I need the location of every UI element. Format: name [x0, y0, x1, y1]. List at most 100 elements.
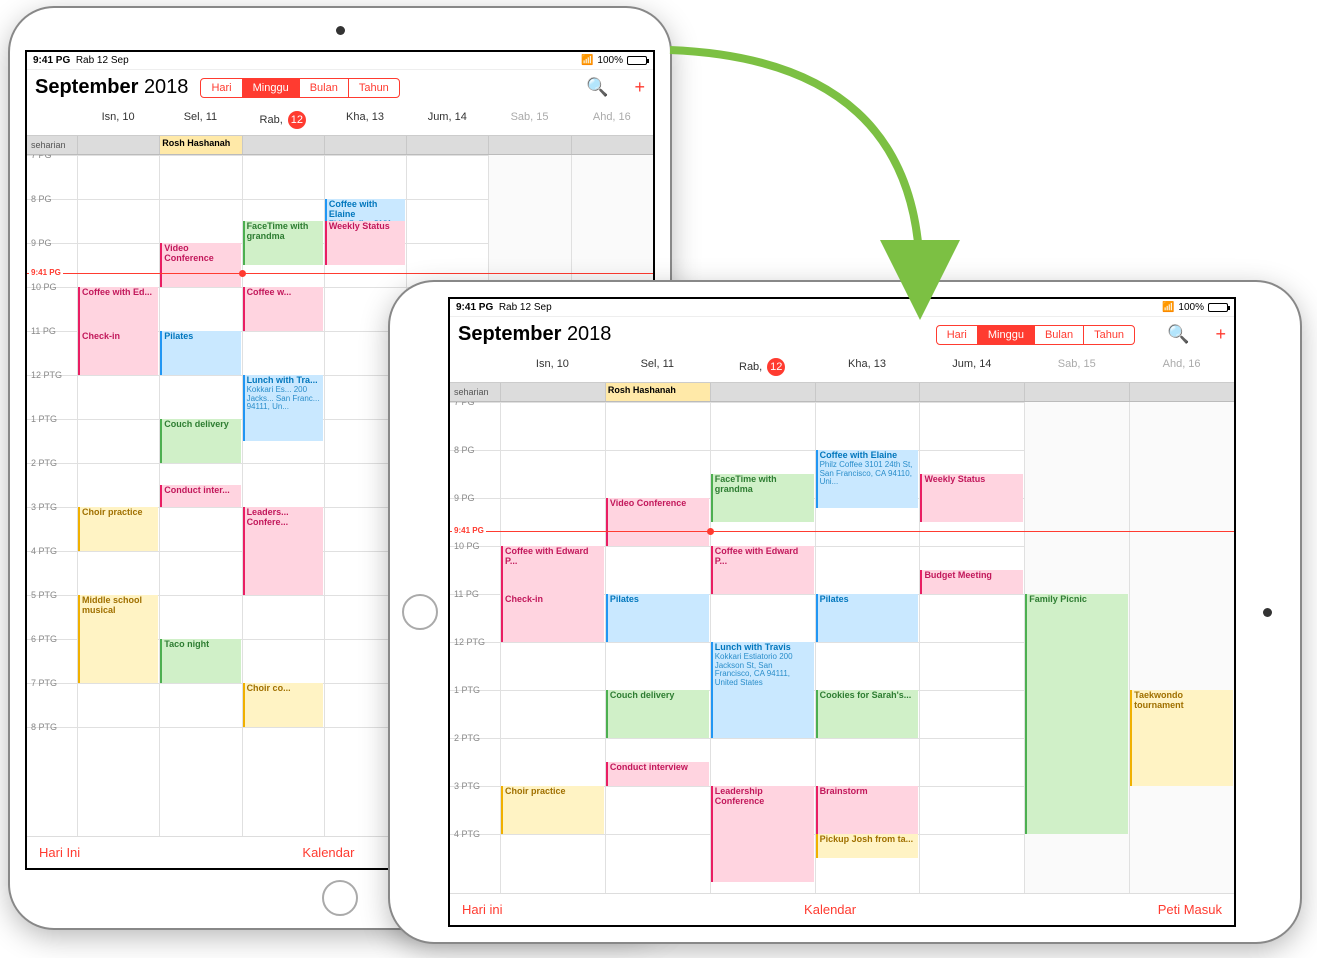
day-column[interactable]: Taekwondo tournament — [1129, 402, 1234, 893]
calendar-event[interactable]: Family Picnic — [1025, 594, 1128, 834]
add-icon[interactable]: + — [634, 77, 645, 98]
day-column[interactable]: Family Picnic — [1024, 402, 1129, 893]
inbox-button[interactable]: Peti Masuk — [1158, 902, 1222, 917]
search-icon[interactable]: 🔍 — [586, 77, 608, 98]
calendar-event[interactable]: Pilates — [160, 331, 240, 375]
all-day-cell[interactable] — [919, 383, 1024, 401]
calendar-event[interactable]: Weekly Status — [325, 221, 405, 265]
calendar-event[interactable]: Coffee with Edward P... — [711, 546, 814, 594]
seg-tahun[interactable]: Tahun — [349, 79, 399, 97]
seg-minggu[interactable]: Minggu — [978, 326, 1035, 344]
calendar-event[interactable]: Coffee with Edward P... — [501, 546, 604, 594]
all-day-cell[interactable] — [324, 136, 406, 154]
all-day-cell[interactable] — [710, 383, 815, 401]
today-button[interactable]: Hari Ini — [39, 845, 80, 860]
calendar-event[interactable]: Coffee with ElainePhilz Coffee 3101 24th… — [816, 450, 919, 508]
all-day-event[interactable]: Rosh Hashanah — [605, 383, 710, 401]
day-column[interactable]: Video Conference Pilates Couch delivery Con… — [159, 155, 241, 836]
all-day-cell[interactable] — [500, 383, 605, 401]
calendar-event[interactable]: Check-in — [501, 594, 604, 642]
calendar-event[interactable]: Taekwondo tournament — [1130, 690, 1233, 786]
calendar-event[interactable]: Check-in — [78, 331, 158, 375]
wifi-icon: 📶 — [581, 55, 593, 66]
day-header[interactable]: Isn, 10 — [77, 105, 159, 135]
calendar-event[interactable]: Brainstorm — [816, 786, 919, 834]
all-day-cell[interactable] — [77, 136, 159, 154]
week-grid[interactable]: 7 PG8 PG9 PG10 PG11 PG12 PTG1 PTG2 PTG3 … — [450, 402, 1234, 893]
calendar-event[interactable]: Conduct interview — [606, 762, 709, 786]
calendar-event[interactable]: Lunch with TravisKokkari Estiatorio 200 … — [711, 642, 814, 738]
view-segment[interactable]: HariMingguBulanTahun — [200, 78, 399, 98]
all-day-cell[interactable] — [1129, 383, 1234, 401]
day-column[interactable]: Coffee with ElainePhilz Coffee 3101 24th… — [815, 402, 920, 893]
day-header[interactable]: Kha, 13 — [324, 105, 406, 135]
calendar-event[interactable]: Pilates — [606, 594, 709, 642]
home-button[interactable] — [402, 594, 438, 630]
calendar-event[interactable]: FaceTime with grandma — [243, 221, 323, 265]
calendar-event[interactable]: Choir practice — [78, 507, 158, 551]
calendar-event[interactable]: Video Conference — [160, 243, 240, 287]
calendar-event[interactable]: Pilates — [816, 594, 919, 642]
calendar-event[interactable]: Taco night — [160, 639, 240, 683]
calendar-event[interactable]: Coffee w... — [243, 287, 323, 331]
day-header[interactable]: Sel, 11 — [159, 105, 241, 135]
page-title: September 2018 — [35, 76, 188, 99]
calendar-event[interactable]: Cookies for Sarah's... — [816, 690, 919, 738]
day-header[interactable]: Sab, 15 — [488, 105, 570, 135]
calendar-event[interactable]: Pickup Josh from ta... — [816, 834, 919, 858]
calendar-event[interactable]: Couch delivery — [160, 419, 240, 463]
calendar-event[interactable]: FaceTime with grandma — [711, 474, 814, 522]
seg-bulan[interactable]: Bulan — [1035, 326, 1084, 344]
current-time-line: 9:41 PG — [450, 531, 1234, 532]
seg-hari[interactable]: Hari — [201, 79, 242, 97]
all-day-cell[interactable] — [242, 136, 324, 154]
day-column[interactable]: Coffee with Ed...Check-in Choir practice M… — [77, 155, 159, 836]
all-day-cell[interactable] — [1024, 383, 1129, 401]
day-header[interactable]: Sab, 15 — [1024, 352, 1129, 382]
seg-hari[interactable]: Hari — [937, 326, 978, 344]
calendar-event[interactable]: Conduct inter... — [160, 485, 240, 507]
calendar-event[interactable]: Coffee with Ed... — [78, 287, 158, 331]
all-day-cell[interactable] — [488, 136, 570, 154]
all-day-cell[interactable] — [571, 136, 653, 154]
calendar-event[interactable]: Lunch with Tra...Kokkari Es... 200 Jacks… — [243, 375, 323, 441]
calendar-event[interactable]: Budget Meeting — [920, 570, 1023, 594]
day-header[interactable]: Rab, 12 — [710, 352, 815, 382]
calendar-event[interactable]: Weekly Status — [920, 474, 1023, 522]
all-day-cell[interactable] — [815, 383, 920, 401]
all-day-event[interactable]: Rosh Hashanah — [159, 136, 241, 154]
day-header[interactable]: Isn, 10 — [500, 352, 605, 382]
calendars-button[interactable]: Kalendar — [502, 902, 1157, 917]
calendar-event[interactable]: Middle school musical — [78, 595, 158, 683]
hour-label: 8 PTG — [31, 722, 57, 732]
hour-label: 4 PTG — [454, 829, 480, 839]
day-header[interactable]: Sel, 11 — [605, 352, 710, 382]
search-icon[interactable]: 🔍 — [1167, 324, 1189, 345]
seg-minggu[interactable]: Minggu — [243, 79, 300, 97]
day-header[interactable]: Rab, 12 — [242, 105, 324, 135]
day-column[interactable]: FaceTime with grandma Coffee w... Lunch wi… — [242, 155, 324, 836]
all-day-cell[interactable] — [406, 136, 488, 154]
home-button[interactable] — [322, 880, 358, 916]
today-button[interactable]: Hari ini — [462, 902, 502, 917]
view-segment[interactable]: HariMingguBulanTahun — [936, 325, 1135, 345]
day-column[interactable]: Coffee with Edward P...Check-in Choir pra… — [500, 402, 605, 893]
calendar-event[interactable]: Choir practice — [501, 786, 604, 834]
day-header[interactable]: Ahd, 16 — [1129, 352, 1234, 382]
day-column[interactable]: Video Conference Pilates Couch delivery Con… — [605, 402, 710, 893]
calendar-event[interactable]: Choir co... — [243, 683, 323, 727]
all-day-label: seharian — [27, 136, 77, 154]
calendar-event[interactable]: Leadership Conference — [711, 786, 814, 882]
calendar-event[interactable]: Video Conference — [606, 498, 709, 546]
day-header[interactable]: Ahd, 16 — [571, 105, 653, 135]
day-column[interactable]: FaceTime with grandma Coffee with Edward … — [710, 402, 815, 893]
seg-bulan[interactable]: Bulan — [300, 79, 349, 97]
calendar-event[interactable]: Couch delivery — [606, 690, 709, 738]
add-icon[interactable]: + — [1215, 324, 1226, 345]
day-header[interactable]: Jum, 14 — [919, 352, 1024, 382]
day-column[interactable]: Weekly Status Budget Meeting — [919, 402, 1024, 893]
calendar-event[interactable]: Leaders... Confere... — [243, 507, 323, 595]
day-header[interactable]: Jum, 14 — [406, 105, 488, 135]
day-header[interactable]: Kha, 13 — [815, 352, 920, 382]
seg-tahun[interactable]: Tahun — [1084, 326, 1134, 344]
